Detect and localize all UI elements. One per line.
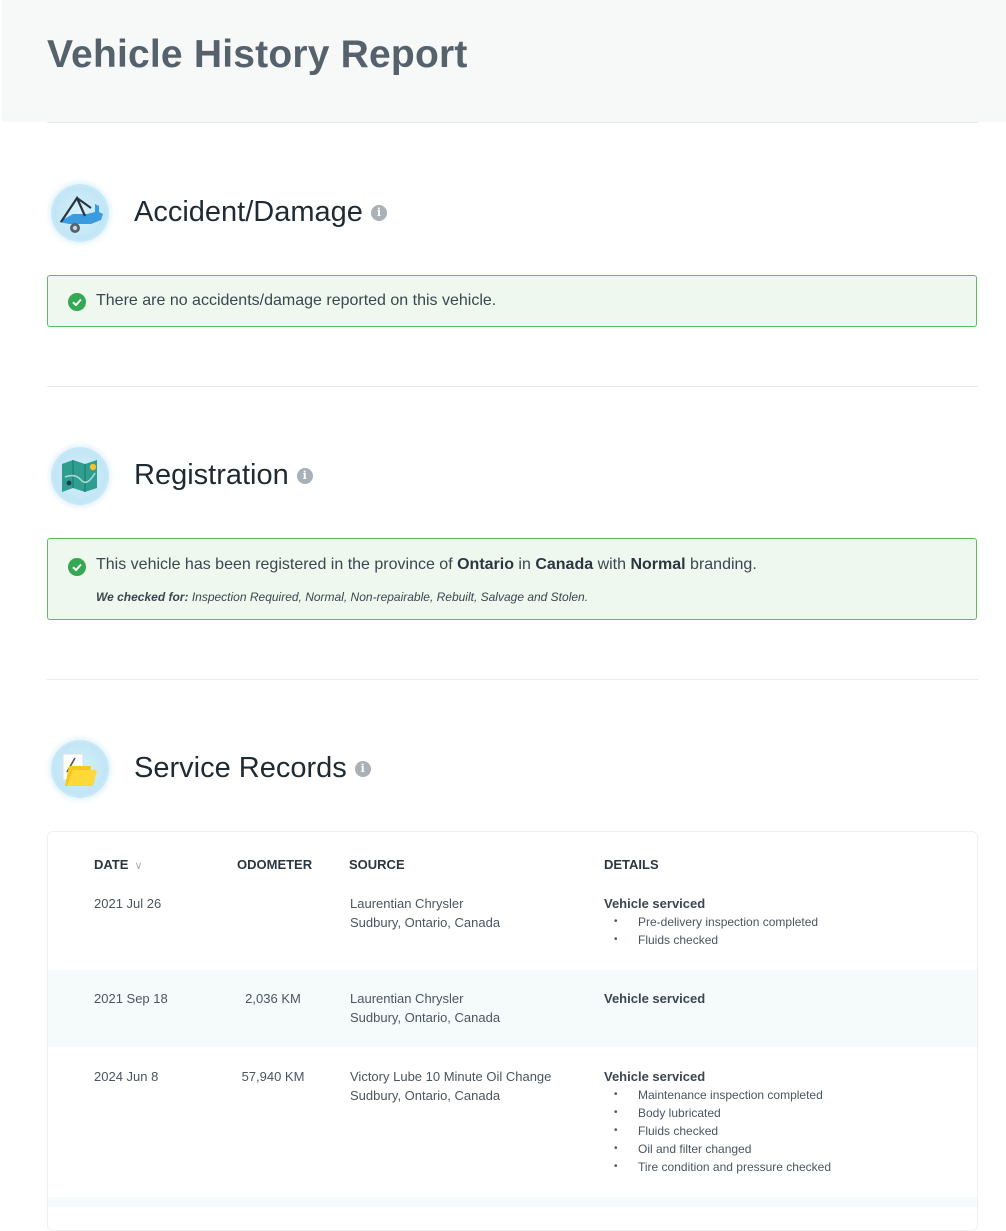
detail-item: Tire condition and pressure checked (604, 1158, 831, 1176)
map-icon (51, 447, 109, 505)
record-details: Vehicle serviced Maintenance inspection … (604, 1068, 831, 1176)
record-date: 2021 Jul 26 (94, 896, 162, 911)
column-header-date[interactable]: DATE ∨ (94, 857, 143, 872)
registration-message: This vehicle has been registered in the … (96, 556, 757, 573)
table-row (48, 1197, 977, 1207)
checked-for-note: We checked for: Inspection Required, Nor… (96, 590, 589, 604)
record-details: Vehicle serviced Pre-delivery inspection… (604, 895, 818, 949)
accident-alert: There are no accidents/damage reported o… (47, 275, 977, 327)
divider (47, 386, 978, 387)
detail-item: Body lubricated (604, 1104, 831, 1122)
folder-icon (51, 740, 109, 798)
detail-item: Pre-delivery inspection completed (604, 913, 818, 931)
record-source: Laurentian Chrysler Sudbury, Ontario, Ca… (350, 991, 501, 1025)
tow-truck-icon (51, 184, 109, 242)
accident-title: Accident/Damage i (134, 196, 387, 229)
registration-title: Registration i (134, 459, 313, 492)
report-header: Vehicle History Report (2, 0, 1006, 122)
info-icon[interactable]: i (354, 761, 371, 778)
record-date: 2021 Sep 18 (94, 991, 168, 1006)
record-date: 2024 Jun 8 (94, 1069, 159, 1084)
record-odometer: 57,940 KM (241, 1069, 305, 1084)
detail-item: Oil and filter changed (604, 1140, 831, 1158)
column-header-details: DETAILS (604, 857, 659, 872)
detail-item: Maintenance inspection completed (604, 1086, 831, 1104)
divider (47, 122, 978, 123)
registration-province: Ontario (457, 556, 514, 573)
registration-country: Canada (535, 556, 594, 573)
registration-branding: Normal (630, 556, 686, 573)
column-header-odometer: ODOMETER (237, 857, 313, 872)
record-source: Victory Lube 10 Minute Oil Change Sudbur… (350, 1069, 552, 1103)
record-odometer: 2,036 KM (245, 991, 301, 1006)
service-title: Service Records i (134, 752, 371, 785)
check-circle-icon (68, 293, 86, 311)
record-source: Laurentian Chrysler Sudbury, Ontario, Ca… (350, 896, 501, 930)
divider (47, 679, 978, 680)
accident-message: There are no accidents/damage reported o… (96, 292, 497, 309)
detail-item: Fluids checked (604, 1122, 831, 1140)
table-row (48, 970, 977, 1047)
registration-section-header: Registration i (51, 447, 651, 509)
record-details: Vehicle serviced (604, 991, 706, 1006)
detail-item: Fluids checked (604, 931, 818, 949)
registration-alert: This vehicle has been registered in the … (47, 538, 977, 620)
service-section-header: Service Records i (51, 740, 651, 802)
chevron-down-icon[interactable]: ∨ (134, 859, 142, 872)
page-title: Vehicle History Report (47, 33, 468, 76)
column-header-source: SOURCE (349, 857, 405, 872)
check-circle-icon (68, 558, 86, 576)
accident-section-header: Accident/Damage i (51, 184, 651, 246)
info-icon[interactable]: i (296, 468, 313, 485)
info-icon[interactable]: i (370, 205, 387, 222)
